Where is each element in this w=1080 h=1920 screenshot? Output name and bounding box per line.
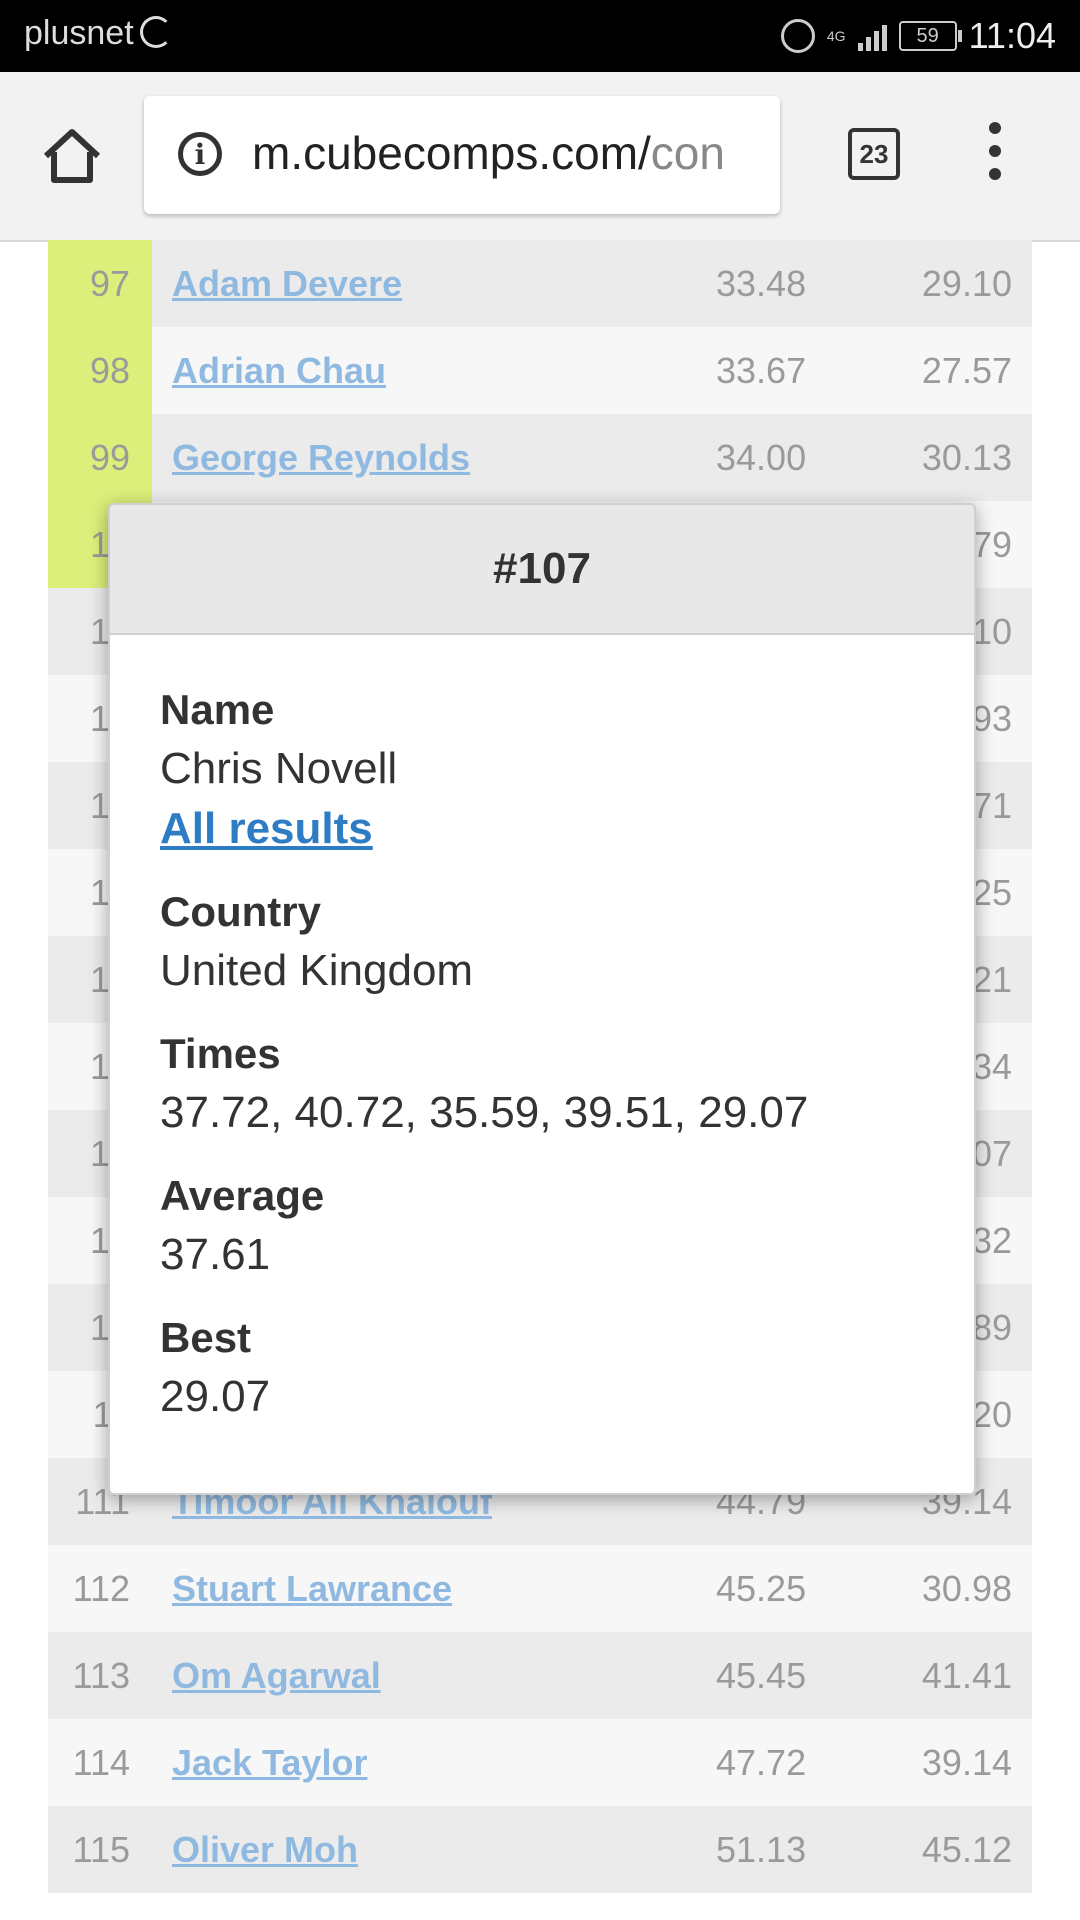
table-row: 112 Stuart Lawrance 45.25 30.98 <box>48 1545 1032 1632</box>
best-cell: 89 <box>971 1307 1012 1348</box>
name-value: Chris Novell <box>160 744 398 793</box>
times-field: Times 37.72, 40.72, 35.59, 39.51, 29.07 <box>160 1025 924 1143</box>
average-field: Average 37.61 <box>160 1167 924 1285</box>
average-cell: 45.25 <box>716 1568 807 1609</box>
best-cell: 25 <box>971 872 1012 913</box>
average-cell: 45.45 <box>716 1655 807 1696</box>
competitor-name-link[interactable]: Jack Taylor <box>172 1719 367 1806</box>
country-field: Country United Kingdom <box>160 883 924 1001</box>
best-cell: 30.98 <box>921 1568 1012 1609</box>
signal-icon <box>857 21 887 51</box>
best-cell: 79 <box>971 524 1012 565</box>
info-icon[interactable]: i <box>178 132 222 176</box>
competitor-name-link[interactable]: George Reynolds <box>172 414 470 501</box>
menu-dot-icon <box>989 168 1001 180</box>
clock: 11:04 <box>968 15 1056 56</box>
competitor-name-link[interactable]: Stuart Lawrance <box>172 1545 452 1632</box>
times-label: Times <box>160 1030 281 1077</box>
carrier-label: plusnet <box>24 14 172 53</box>
url-faded: con <box>650 127 725 179</box>
best-field: Best 29.07 <box>160 1309 924 1427</box>
table-row: 115 Oliver Moh 51.13 45.12 <box>48 1806 1032 1893</box>
table-row: 114 Jack Taylor 47.72 39.14 <box>48 1719 1032 1806</box>
average-label: Average <box>160 1172 325 1219</box>
average-cell: 34.00 <box>716 437 807 478</box>
menu-dot-icon <box>989 145 1001 157</box>
rank-cell: 97 <box>48 240 152 327</box>
status-bar: plusnet 4G 59 11:04 <box>0 0 1080 72</box>
best-cell: 07 <box>971 1133 1012 1174</box>
status-icons: 4G 59 11:04 <box>780 12 1056 60</box>
network-type-label: 4G <box>826 28 846 44</box>
rank-cell: 114 <box>72 1742 130 1783</box>
rank-cell: 115 <box>72 1829 130 1870</box>
average-cell: 33.67 <box>716 350 807 391</box>
home-icon <box>43 129 101 183</box>
all-results-link[interactable]: All results <box>160 799 373 859</box>
rank-cell: 99 <box>48 414 152 501</box>
best-cell: 45.12 <box>921 1829 1012 1870</box>
times-value: 37.72, 40.72, 35.59, 39.51, 29.07 <box>160 1088 809 1137</box>
rank-cell: 113 <box>72 1655 130 1696</box>
best-cell: 10 <box>971 611 1012 652</box>
rank-cell: 112 <box>72 1568 130 1609</box>
battery-icon: 59 <box>898 21 962 51</box>
browser-toolbar: i m.cubecomps.com/con 23 <box>0 72 1080 242</box>
carrier-spinner-icon <box>139 16 172 48</box>
best-cell: 39.14 <box>921 1742 1012 1783</box>
competitor-name-link[interactable]: Adrian Chau <box>172 327 386 414</box>
menu-dot-icon <box>989 122 1001 134</box>
name-label: Name <box>160 686 275 733</box>
average-value: 37.61 <box>160 1230 271 1279</box>
tab-switcher-button[interactable]: 23 <box>848 128 900 180</box>
best-cell: 20 <box>971 1394 1012 1435</box>
country-value: United Kingdom <box>160 946 474 995</box>
competitor-name-link[interactable]: Adam Devere <box>172 240 402 327</box>
best-cell: 93 <box>971 698 1012 739</box>
best-cell: 27.57 <box>921 350 1012 391</box>
table-row: 113 Om Agarwal 45.45 41.41 <box>48 1632 1032 1719</box>
url-text[interactable]: m.cubecomps.com/con <box>252 126 725 180</box>
average-cell: 47.72 <box>716 1742 807 1783</box>
address-bar[interactable]: i m.cubecomps.com/con <box>144 96 780 214</box>
table-row: 97 Adam Devere 33.48 29.10 <box>48 240 1032 327</box>
best-cell: 41.41 <box>921 1655 1012 1696</box>
country-label: Country <box>160 888 321 935</box>
modal-title: #107 <box>110 505 974 635</box>
url-main: m.cubecomps.com/ <box>252 127 651 179</box>
average-cell: 33.48 <box>716 263 807 304</box>
modal-body: Name Chris Novell All results Country Un… <box>110 635 974 1427</box>
home-button[interactable] <box>40 124 104 188</box>
name-field: Name Chris Novell All results <box>160 681 924 859</box>
competitor-name-link[interactable]: Oliver Moh <box>172 1806 358 1893</box>
table-row: 98 Adrian Chau 33.67 27.57 <box>48 327 1032 414</box>
overflow-menu-button[interactable] <box>988 122 1002 186</box>
alarm-icon <box>780 19 815 53</box>
best-value: 29.07 <box>160 1372 271 1421</box>
best-cell: 30.13 <box>921 437 1012 478</box>
best-cell: 21 <box>971 959 1012 1000</box>
best-cell: 71 <box>971 785 1012 826</box>
best-label: Best <box>160 1314 252 1361</box>
best-cell: 32 <box>971 1220 1012 1261</box>
rank-cell: 98 <box>48 327 152 414</box>
carrier-name: plusnet <box>24 14 134 52</box>
competitor-name-link[interactable]: Om Agarwal <box>172 1632 381 1719</box>
best-cell: 29.10 <box>921 263 1012 304</box>
best-cell: 34 <box>971 1046 1012 1087</box>
average-cell: 51.13 <box>716 1829 807 1870</box>
table-row: 99 George Reynolds 34.00 30.13 <box>48 414 1032 501</box>
competitor-modal: #107 Name Chris Novell All results Count… <box>108 503 976 1495</box>
